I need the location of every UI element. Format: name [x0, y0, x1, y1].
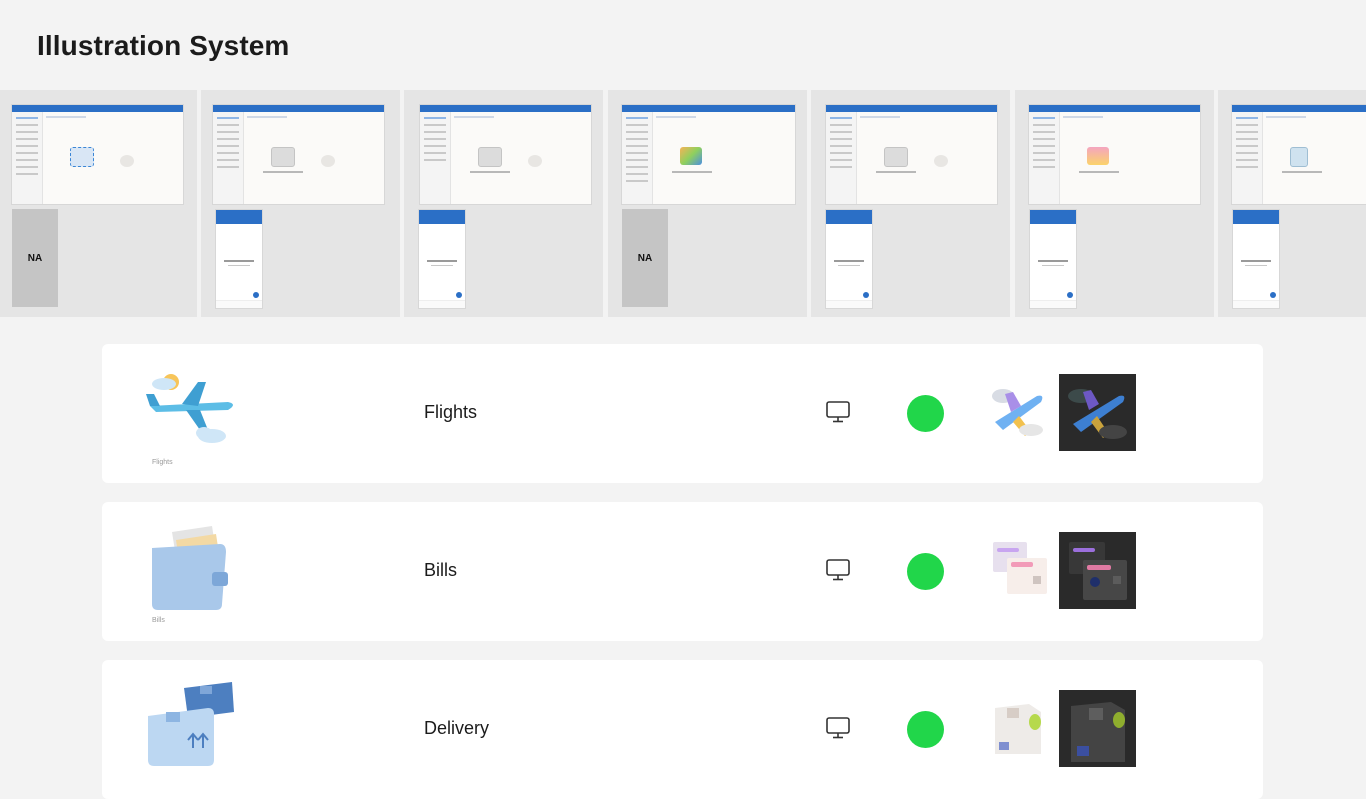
preview-strip: NA NA: [0, 90, 1366, 317]
preview-column[interactable]: [811, 90, 1010, 317]
mobile-preview[interactable]: [215, 209, 263, 309]
desktop-icon: [826, 717, 850, 739]
package-illustration: [142, 682, 252, 782]
trash-icon: [1290, 147, 1308, 167]
airplane-3d-light-icon: [992, 389, 1043, 436]
row-name: Delivery: [424, 718, 490, 738]
envelope-icon: [478, 147, 502, 167]
desktop-preview[interactable]: [11, 104, 184, 205]
wallet-illustration: Bills: [142, 524, 252, 624]
preview-column[interactable]: NA: [0, 90, 197, 317]
checklist-icon: [884, 147, 908, 167]
desktop-icon: [826, 401, 850, 423]
preview-column[interactable]: [1218, 90, 1366, 317]
delivery-3d-dark-icon: [1059, 690, 1136, 767]
bills-3d-dark-icon: [1059, 532, 1136, 609]
status-dot: [907, 395, 944, 432]
bills-3d-light-icon: [993, 542, 1047, 594]
illustration-row-bills[interactable]: Bills Bills: [102, 502, 1263, 641]
delivery-3d-light-icon: [995, 704, 1041, 754]
mobile-preview[interactable]: [1029, 209, 1077, 309]
preview-column[interactable]: [1015, 90, 1214, 317]
desktop-preview[interactable]: [621, 104, 796, 205]
desktop-preview[interactable]: [1231, 104, 1366, 205]
mobile-preview[interactable]: [1232, 209, 1280, 309]
illustration-row-delivery[interactable]: Delivery: [102, 660, 1263, 799]
desktop-preview[interactable]: [1028, 104, 1201, 205]
envelope-icon: [70, 147, 94, 167]
na-placeholder: NA: [12, 209, 58, 307]
mobile-preview[interactable]: [418, 209, 466, 309]
na-placeholder: NA: [622, 209, 668, 307]
preview-column[interactable]: NA: [608, 90, 807, 317]
status-dot: [907, 553, 944, 590]
illustration-row-flights[interactable]: Flights Flights: [102, 344, 1263, 483]
illustration-caption: Bills: [152, 617, 165, 624]
envelope-icon: [271, 147, 295, 167]
desktop-icon: [826, 559, 850, 581]
preview-column[interactable]: [201, 90, 400, 317]
row-name: Flights: [424, 402, 478, 422]
status-dot: [907, 711, 944, 748]
page-title: Illustration System: [37, 30, 290, 61]
preview-column[interactable]: [404, 90, 603, 317]
desktop-preview[interactable]: [212, 104, 385, 205]
mobile-preview[interactable]: [825, 209, 873, 309]
illustration-caption: Flights: [152, 459, 173, 466]
desktop-preview[interactable]: [825, 104, 998, 205]
airplane-3d-dark-icon: [1059, 374, 1136, 451]
illustration-icon: [680, 147, 702, 165]
folder-icon: [1087, 147, 1109, 165]
row-name: Bills: [424, 560, 458, 580]
airplane-illustration: Flights: [142, 366, 252, 466]
desktop-preview[interactable]: [419, 104, 592, 205]
